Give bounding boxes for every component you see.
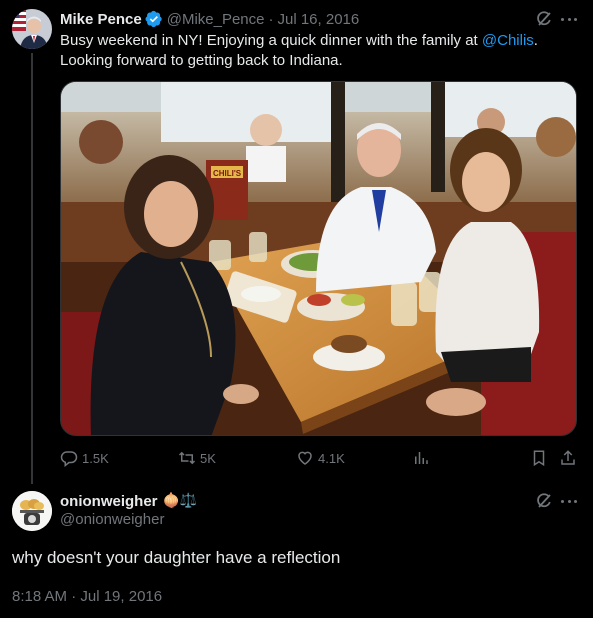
- reply-action[interactable]: 1.5K: [60, 447, 109, 469]
- bookmark-action[interactable]: [530, 447, 552, 469]
- reply-author-handle[interactable]: @onionweigher: [60, 511, 164, 528]
- tweet-header: Mike Pence @Mike_Pence · Jul 16, 2016: [60, 9, 359, 29]
- like-count: 4.1K: [318, 450, 345, 466]
- menu-sign-text: CHILI'S: [213, 169, 242, 178]
- share-action[interactable]: [559, 447, 581, 469]
- grok-icon[interactable]: [535, 492, 553, 510]
- views-icon: [415, 452, 428, 464]
- reply-icon: [60, 451, 78, 467]
- tweet-photo[interactable]: CHILI'S: [60, 81, 577, 436]
- reply-timestamp[interactable]: 8:18 AM · Jul 19, 2016: [12, 588, 162, 605]
- verified-badge-icon: [145, 10, 163, 28]
- reply-avatar[interactable]: [12, 491, 52, 531]
- grok-icon[interactable]: [535, 10, 553, 28]
- views-action[interactable]: [412, 447, 434, 469]
- thread-line: [31, 53, 33, 484]
- reply-name-emojis: 🧅⚖️: [162, 493, 198, 509]
- tweet-actions: 1.5K 5K 4.1K: [60, 447, 577, 469]
- retweet-action[interactable]: 5K: [178, 447, 216, 469]
- tweet-date[interactable]: Jul 16, 2016: [278, 11, 360, 28]
- reply-author-row: onionweigher 🧅⚖️: [60, 491, 197, 511]
- reply-text: why doesn't your daughter have a reflect…: [12, 548, 341, 567]
- tweet-text: Busy weekend in NY! Enjoying a quick din…: [60, 31, 565, 71]
- author-handle[interactable]: @Mike_Pence: [167, 11, 265, 28]
- share-icon: [561, 450, 575, 465]
- like-action[interactable]: 4.1K: [296, 447, 345, 469]
- retweet-count: 5K: [200, 450, 216, 466]
- mention-link[interactable]: @Chilis: [482, 32, 534, 49]
- author-avatar[interactable]: [12, 9, 52, 49]
- reply-count: 1.5K: [82, 450, 109, 466]
- like-icon: [298, 451, 312, 465]
- author-name[interactable]: Mike Pence: [60, 11, 142, 28]
- bookmark-icon: [533, 450, 545, 467]
- reply-author-name[interactable]: onionweigher: [60, 493, 158, 510]
- separator: ·: [268, 10, 274, 28]
- more-icon[interactable]: [560, 10, 578, 28]
- more-icon[interactable]: [560, 492, 578, 510]
- retweet-icon: [178, 451, 196, 465]
- tweet-text-part: Busy weekend in NY! Enjoying a quick din…: [60, 32, 482, 49]
